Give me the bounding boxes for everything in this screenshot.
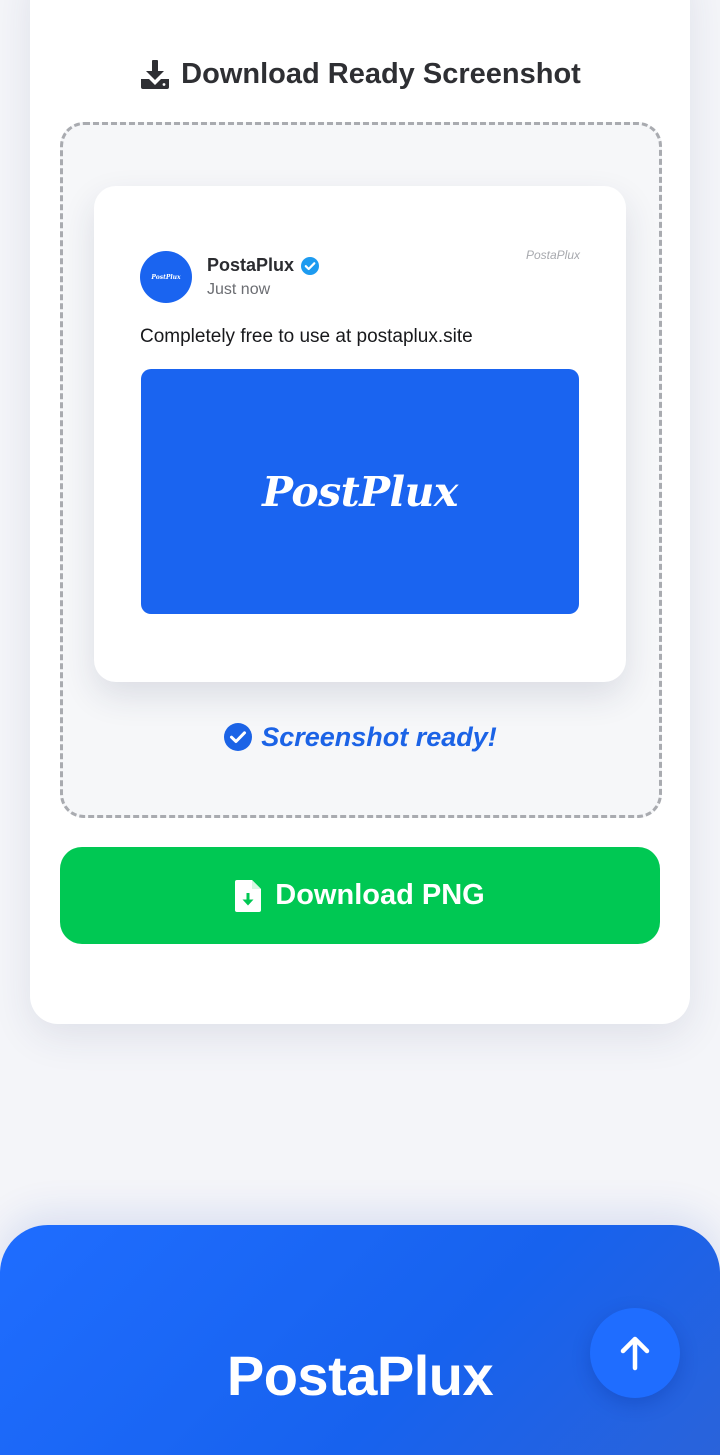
post-timestamp: Just now xyxy=(207,281,271,298)
post-text: Completely free to use at postaplux.site xyxy=(140,326,473,347)
avatar: PostPlux xyxy=(140,251,192,303)
post-watermark: PostaPlux xyxy=(525,248,580,262)
verified-badge-icon xyxy=(301,256,320,275)
download-button-label: Download PNG xyxy=(275,879,485,911)
screenshot-ready-status: Screenshot ready! xyxy=(0,718,720,756)
post-preview-card: PostPlux PostaPlux Just now PostaPlux Co… xyxy=(94,186,626,682)
file-download-icon xyxy=(235,879,262,912)
post-image: PostPlux xyxy=(141,369,579,614)
download-icon xyxy=(141,60,170,89)
post-image-logo: PostPlux xyxy=(262,467,458,516)
arrow-up-icon xyxy=(620,1336,650,1371)
post-author: PostaPlux xyxy=(207,255,320,276)
author-name: PostaPlux xyxy=(207,255,295,275)
download-png-button[interactable]: Download PNG xyxy=(60,847,660,944)
scroll-to-top-button[interactable] xyxy=(590,1308,680,1398)
check-circle-icon xyxy=(224,723,253,751)
avatar-logo-text: PostPlux xyxy=(151,273,181,281)
status-text: Screenshot ready! xyxy=(261,721,497,752)
section-title: Download Ready Screenshot xyxy=(181,57,581,90)
section-header: Download Ready Screenshot xyxy=(0,54,720,94)
